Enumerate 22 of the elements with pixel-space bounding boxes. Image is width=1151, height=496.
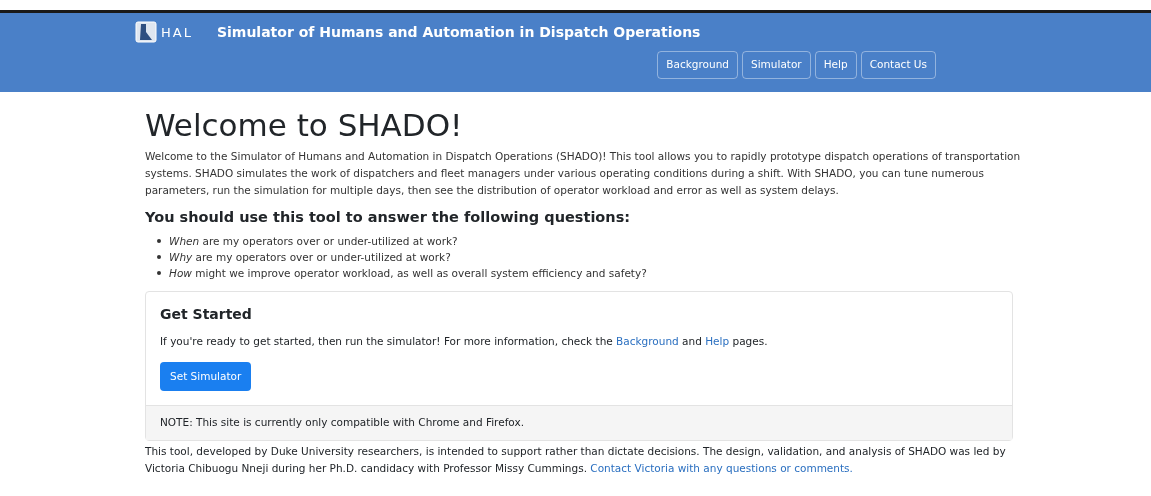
card-text: If you're ready to get started, then run the simulator! For more information, check the Background and Help pages. <box>160 333 769 349</box>
bullet-icon <box>157 238 161 243</box>
text-link[interactable]: Help <box>705 334 730 347</box>
page-heading: Welcome to SHADO! <box>145 106 464 144</box>
text-link[interactable]: Background <box>616 334 679 347</box>
nav-button[interactable]: Help <box>814 51 857 79</box>
set-simulator-button[interactable]: Set Simulator <box>160 361 252 392</box>
question-item: How might we improve operator workload, as well as overall system efficiency and safety? <box>169 265 647 281</box>
intro-paragraph: Welcome to the Simulator of Humans and Automation in Dispatch Operations (SHADO)! This tool allows you to rapidly prototype dispatch operations of transportation systems. SHADO simulates the work of dispatchers and fleet managers under various operating conditions during a shift. With SHADO, you can tune numerous parameters, run the simulation for multiple days, then see the distribution of operator workload and error as well as system delays. <box>145 149 1021 198</box>
card-footer: NOTE: This site is currently only compatible with Chrome and Firefox. <box>146 405 1012 440</box>
bullet-icon <box>157 254 161 259</box>
question-item: Why are my operators over or under-utilized at work? <box>169 249 451 265</box>
text-link[interactable]: Contact Victoria with any questions or comments. <box>590 462 853 474</box>
question-item: When are my operators over or under-utilized at work? <box>169 233 458 249</box>
nav-button[interactable]: Contact Us <box>860 51 936 79</box>
nav-button[interactable]: Background <box>657 51 738 79</box>
disclaimer-text: This tool, developed by Duke University researchers, is intended to support rather than dictate decisions. The design, validation, and analysis of SHADO was led by Victoria Chibuogu Nneji during her Ph.D. candidacy with Professor Missy Cummings. Contact Victoria with any questions or comments. <box>145 444 1007 476</box>
site-title: Simulator of Humans and Automation in Dispatch Operations <box>216 22 701 42</box>
nav-button[interactable]: Simulator <box>742 51 811 79</box>
bullet-icon <box>157 270 161 275</box>
card-title: Get Started <box>160 304 253 324</box>
section-heading: You should use this tool to answer the following questions: <box>145 208 632 227</box>
